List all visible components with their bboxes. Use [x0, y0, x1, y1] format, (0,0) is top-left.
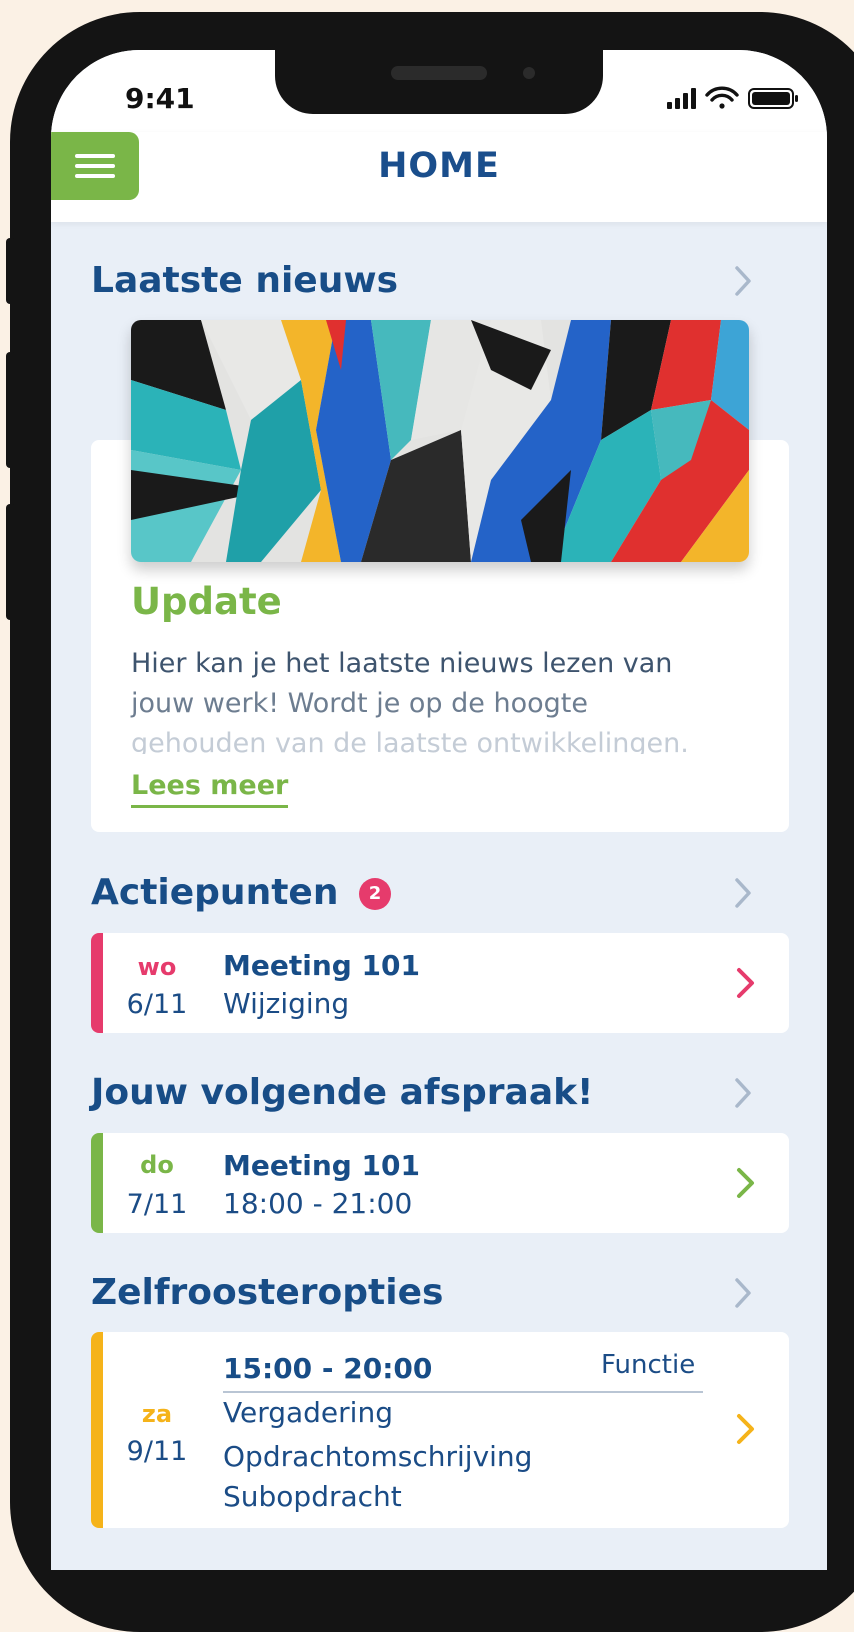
- news-chevron-right-icon[interactable]: [729, 264, 757, 298]
- actions-section-title[interactable]: Actiepunten: [91, 872, 338, 913]
- appointment-time: 18:00 - 21:00: [223, 1187, 413, 1220]
- appointment-card[interactable]: do 7/11 Meeting 101 18:00 - 21:00: [91, 1133, 789, 1233]
- page-title: HOME: [378, 146, 500, 186]
- schedule-option-card[interactable]: za 9/11 15:00 - 20:00 Functie Vergaderin…: [91, 1332, 789, 1528]
- schedule-section-title[interactable]: Zelfroosteropties: [91, 1272, 443, 1313]
- app-header: HOME: [51, 132, 827, 222]
- schedule-line-1: Vergadering: [223, 1396, 393, 1429]
- read-more-link[interactable]: Lees meer: [131, 770, 289, 808]
- appointment-chevron-right-icon[interactable]: [729, 1076, 757, 1110]
- status-time: 9:41: [125, 82, 195, 115]
- wifi-icon: [705, 86, 739, 109]
- schedule-line-3: Subopdracht: [223, 1480, 402, 1513]
- news-text-line-2: jouw werk! Wordt je op de hoogte: [131, 688, 588, 719]
- actions-chevron-right-icon[interactable]: [729, 876, 757, 910]
- camera: [523, 67, 535, 79]
- action-subtitle: Wijziging: [223, 987, 350, 1020]
- schedule-item-chevron-right-icon[interactable]: [735, 1412, 757, 1446]
- volume-down-button: [6, 504, 16, 620]
- appointment-day: do: [140, 1151, 174, 1179]
- news-card-title: Update: [131, 580, 282, 623]
- battery-icon: [748, 88, 798, 109]
- actions-count-badge: 2: [359, 878, 391, 910]
- appointment-section-title[interactable]: Jouw volgende afspraak!: [91, 1072, 593, 1113]
- status-bar-yellow: [91, 1332, 103, 1528]
- schedule-divider: [223, 1391, 703, 1393]
- screen: 9:41 HOME Laatste nieuws Update Hier kan…: [51, 50, 827, 1570]
- appointment-item-chevron-right-icon[interactable]: [735, 1166, 757, 1200]
- status-icons: [667, 86, 798, 109]
- action-chevron-right-icon[interactable]: [735, 966, 757, 1000]
- mute-switch: [6, 238, 16, 304]
- action-item-card[interactable]: wo 6/11 Meeting 101 Wijziging: [91, 933, 789, 1033]
- news-text-line-3: gehouden van de laatste ontwikkelingen.: [131, 728, 689, 754]
- signal-icon: [667, 88, 696, 109]
- status-bar-green: [91, 1133, 103, 1233]
- abstract-mural-image: [131, 320, 749, 562]
- action-day: wo: [137, 953, 177, 981]
- volume-up-button: [6, 352, 16, 468]
- news-text-line-1: Hier kan je het laatste nieuws lezen van: [131, 648, 673, 679]
- action-date: 6/11: [126, 989, 188, 1020]
- appointment-date: 7/11: [126, 1189, 188, 1220]
- news-image: [131, 320, 749, 562]
- schedule-date: 9/11: [126, 1436, 188, 1467]
- schedule-line-2: Opdrachtomschrijving: [223, 1440, 533, 1473]
- schedule-chevron-right-icon[interactable]: [729, 1276, 757, 1310]
- action-title: Meeting 101: [223, 949, 420, 982]
- news-section-title[interactable]: Laatste nieuws: [91, 260, 398, 301]
- appointment-title: Meeting 101: [223, 1149, 420, 1182]
- speaker: [391, 66, 487, 80]
- notch: [275, 50, 603, 114]
- status-bar-pink: [91, 933, 103, 1033]
- schedule-day: za: [141, 1400, 173, 1428]
- schedule-function-label: Functie: [601, 1350, 696, 1380]
- schedule-time: 15:00 - 20:00: [223, 1352, 433, 1385]
